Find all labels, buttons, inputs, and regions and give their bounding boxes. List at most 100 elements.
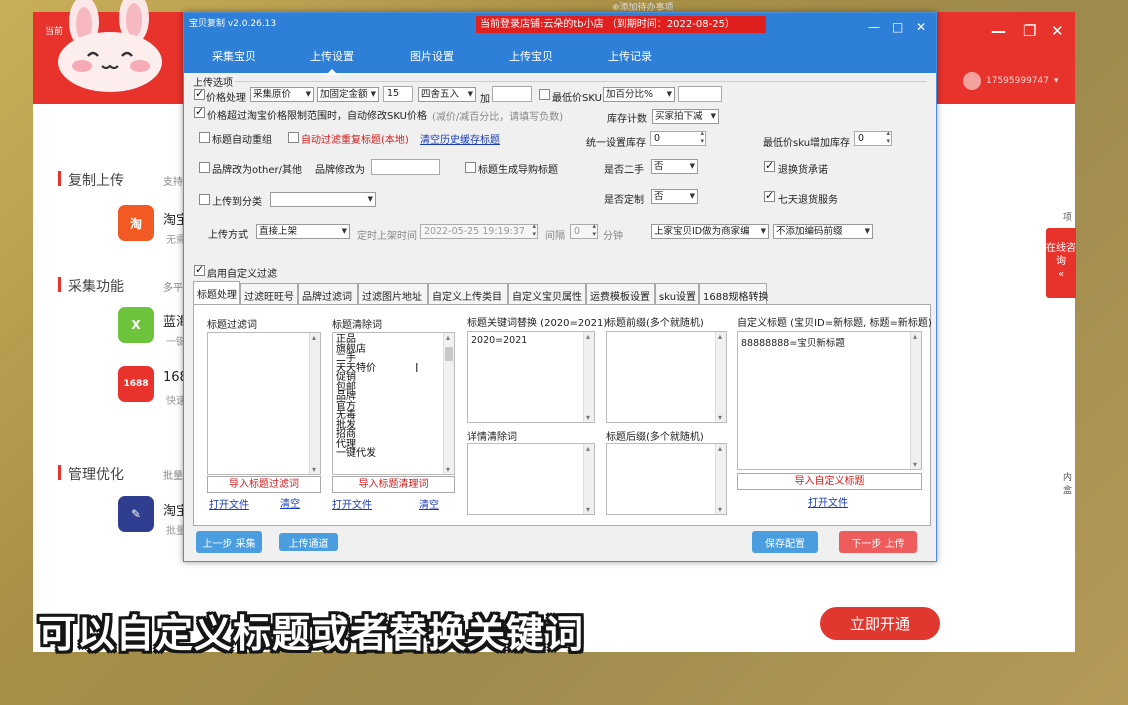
detail-clear-box[interactable]	[467, 443, 595, 515]
section-more[interactable]: 多平	[163, 279, 183, 294]
custom-made-label: 是否定制	[604, 195, 644, 206]
auto-filter-dup-checkbox[interactable]	[288, 132, 299, 143]
prefix-label: 标题前缀(多个就随机)	[606, 318, 704, 329]
brand-other-checkbox[interactable]	[199, 162, 210, 173]
prefix-box[interactable]	[606, 331, 727, 423]
scrollbar[interactable]	[309, 333, 320, 474]
stock-count-label: 库存计数	[607, 114, 647, 125]
upload-category-checkbox[interactable]	[199, 194, 210, 205]
prev-collect-button[interactable]: 上一步 采集	[196, 531, 262, 553]
unify-stock-input[interactable]: 0	[650, 129, 706, 146]
unify-stock-label: 统一设置库存	[586, 138, 646, 149]
list-item[interactable]: 一键代发	[336, 449, 376, 459]
upload-channel-button[interactable]: 上传通道	[279, 533, 338, 551]
clear-link[interactable]: 清空	[280, 495, 300, 510]
clear-history-link[interactable]: 清空历史缓存标题	[420, 131, 500, 146]
interval-input[interactable]: 0	[570, 222, 598, 239]
open-file-link[interactable]: 打开文件	[808, 494, 848, 509]
minimize-icon[interactable]: —	[868, 20, 880, 34]
tab-item[interactable]: 自定义宝贝属性	[508, 283, 586, 304]
title-guide-checkbox[interactable]	[465, 162, 476, 173]
stock-count-select[interactable]: 买家拍下减	[652, 109, 719, 124]
scrollbar[interactable]	[443, 333, 454, 474]
import-clear-button[interactable]: 导入标题清理词	[332, 476, 455, 493]
scrollbar[interactable]	[583, 444, 594, 514]
clear-link[interactable]: 清空	[419, 496, 439, 511]
nav-tab[interactable]: 采集宝贝	[212, 48, 256, 64]
add-percent-select[interactable]: 加百分比%	[603, 87, 675, 102]
scheduled-time-input[interactable]: 2022-05-25 19:19:37	[420, 222, 538, 239]
section-more[interactable]: 批量	[163, 467, 183, 482]
min-sku-checkbox[interactable]	[539, 89, 550, 100]
tab-item[interactable]: sku设置	[655, 283, 699, 304]
restore-icon[interactable]: ❐	[1023, 22, 1036, 40]
scrollbar[interactable]	[583, 332, 594, 422]
tab-item[interactable]: 运费模板设置	[586, 283, 655, 304]
filter-words-box[interactable]	[207, 332, 321, 475]
tab-item[interactable]: 1688规格转换	[699, 283, 768, 304]
open-file-link[interactable]: 打开文件	[209, 496, 249, 511]
code-prefix-select[interactable]: 不添加编码前缀	[773, 224, 873, 239]
brand-change-input[interactable]	[371, 159, 440, 175]
return-promise-checkbox[interactable]	[764, 159, 775, 172]
upload-method-select[interactable]: 直接上架	[256, 224, 350, 239]
1688-icon[interactable]: 1688	[118, 366, 154, 402]
price-source-select[interactable]: 采集原价	[250, 87, 314, 102]
next-upload-button[interactable]: 下一步 上传	[839, 531, 917, 553]
tab-item[interactable]: 标题处理	[193, 281, 240, 305]
minimize-icon[interactable]: —	[991, 22, 1006, 40]
scrollbar[interactable]	[910, 332, 921, 469]
auto-regroup-checkbox[interactable]	[199, 132, 210, 143]
scrollbar[interactable]	[715, 444, 726, 514]
enable-filter-checkbox[interactable]	[194, 263, 205, 276]
import-custom-button[interactable]: 导入自定义标题	[737, 473, 922, 490]
min-sku-stock-input[interactable]: 0	[854, 129, 892, 146]
nav-tab[interactable]: 上传宝贝	[509, 48, 553, 64]
user-menu[interactable]: 17595999747 ▾	[963, 72, 1059, 90]
nav-tab[interactable]: 上传设置	[310, 48, 354, 75]
over-limit-label: 价格超过淘宝价格限制范围时，自动修改SKU价格	[207, 111, 427, 122]
nav-tab[interactable]: 上传记录	[608, 48, 652, 64]
clear-words-box[interactable]: 正品旗舰店二手天天特价促销包邮品牌官方无毒批发招商代理一键代发 I	[332, 332, 455, 475]
dialog-titlebar[interactable]: 宝贝复制 v2.0.26.13 当前登录店铺:云朵的tb小店 （到期时间：202…	[184, 13, 936, 43]
lanhai-icon[interactable]: X	[118, 307, 154, 343]
price-mode-select[interactable]: 加固定金额	[317, 87, 379, 102]
replace-label: 标题关键词替换 (2020=2021)	[467, 318, 608, 329]
merchant-code-select[interactable]: 上家宝贝ID做为商家编	[651, 224, 769, 239]
seven-day-checkbox[interactable]	[764, 189, 775, 202]
scroll-thumb[interactable]	[445, 347, 453, 361]
close-icon[interactable]: ✕	[916, 20, 926, 34]
over-limit-checkbox[interactable]	[194, 105, 205, 118]
tab-item[interactable]: 品牌过滤词	[298, 283, 358, 304]
taobao-icon[interactable]: 淘	[118, 205, 154, 241]
second-hand-select[interactable]: 否	[651, 159, 698, 174]
user-phone: 17595999747	[986, 76, 1049, 86]
suffix-label: 标题后缀(多个就随机)	[606, 432, 704, 443]
import-filter-button[interactable]: 导入标题过滤词	[207, 476, 321, 493]
open-now-button[interactable]: 立即开通	[820, 607, 940, 640]
add-percent-input[interactable]	[678, 86, 722, 102]
dialog-title: 宝贝复制 v2.0.26.13	[189, 19, 277, 29]
open-file-link[interactable]: 打开文件	[332, 496, 372, 511]
close-icon[interactable]: ✕	[1051, 22, 1064, 40]
tab-item[interactable]: 过滤图片地址	[358, 283, 428, 304]
custom-title-box[interactable]: 88888888=宝贝新标题	[737, 331, 922, 470]
over-limit-hint: (减价/减百分比，请填写负数)	[432, 112, 564, 123]
add-value-input[interactable]	[492, 86, 532, 102]
suffix-box[interactable]	[606, 443, 727, 515]
price-checkbox[interactable]	[194, 87, 205, 100]
upload-category-select[interactable]	[270, 192, 376, 207]
custom-made-select[interactable]: 否	[651, 189, 698, 204]
replace-box[interactable]: 2020=2021	[467, 331, 595, 423]
section-more[interactable]: 支持	[163, 173, 183, 188]
rounding-select[interactable]: 四舍五入	[418, 87, 476, 102]
brush-icon[interactable]: ✎	[118, 496, 154, 532]
tab-item[interactable]: 自定义上传类目	[428, 283, 508, 304]
nav-tab[interactable]: 图片设置	[410, 48, 454, 64]
tab-item[interactable]: 过滤旺旺号	[240, 283, 298, 304]
price-value-input[interactable]: 15	[383, 86, 413, 102]
scrollbar[interactable]	[715, 332, 726, 422]
save-config-button[interactable]: 保存配置	[752, 531, 818, 553]
restore-icon[interactable]: □	[892, 20, 903, 34]
online-consult-button[interactable]: 在线咨询 «	[1046, 228, 1076, 298]
